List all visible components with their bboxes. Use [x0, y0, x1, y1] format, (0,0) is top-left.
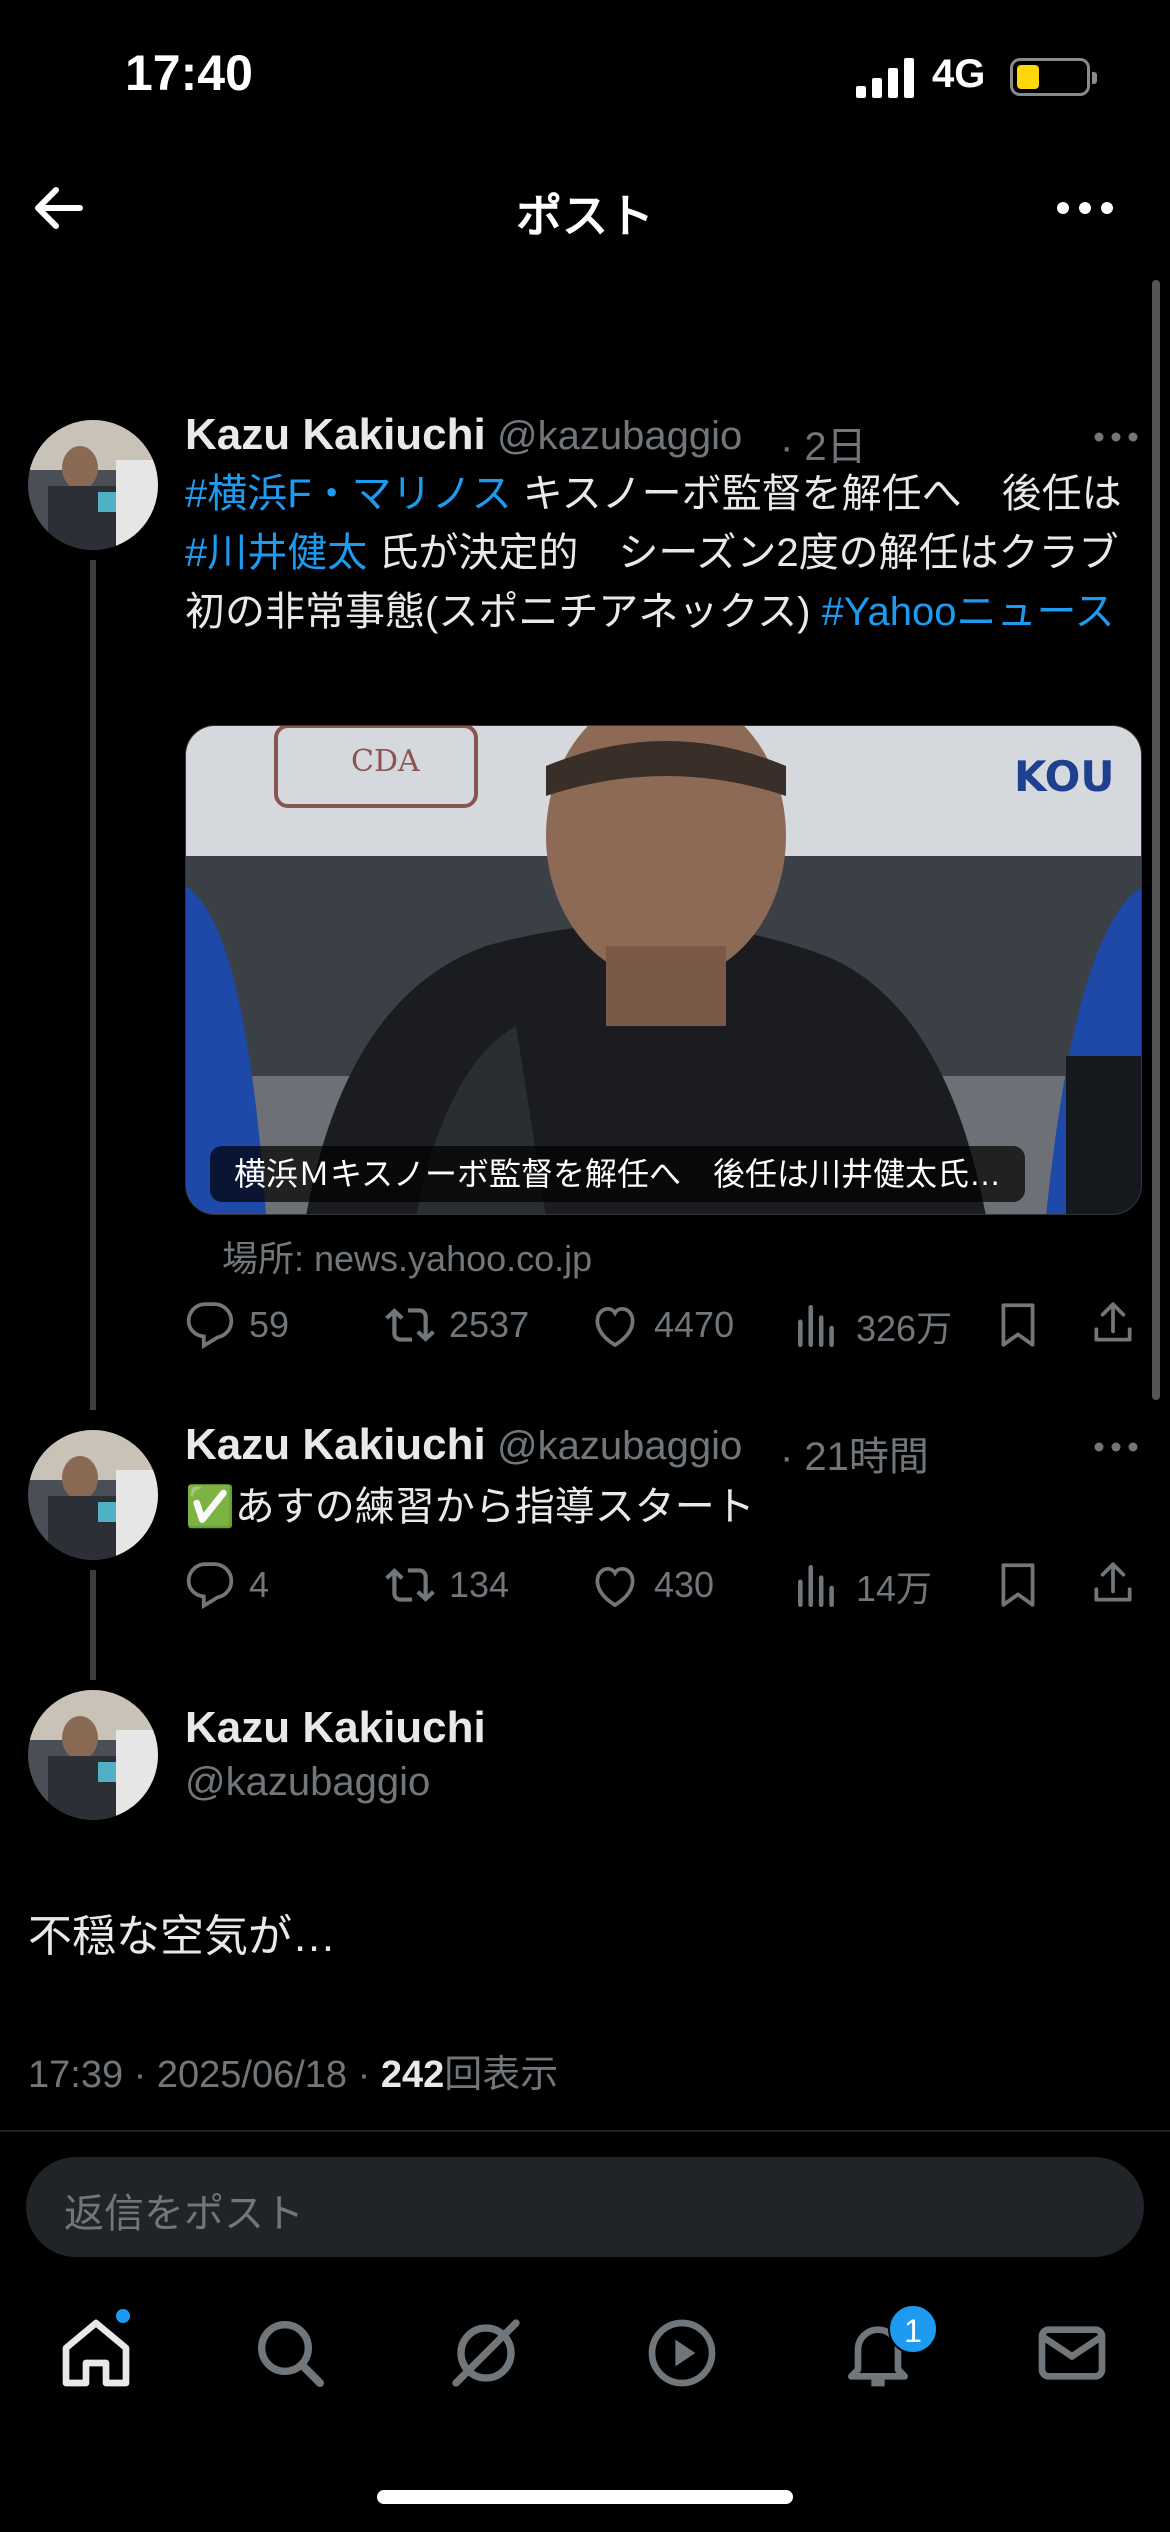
hashtag-link[interactable]: #川井健太 [185, 531, 367, 575]
card-image: CDA KOU [186, 726, 1141, 1214]
author-name[interactable]: Kazu Kakiuchi [185, 1703, 486, 1753]
views-icon [798, 1564, 834, 1608]
author-name[interactable]: Kazu Kakiuchi [185, 1420, 486, 1470]
reply-count: 4 [249, 1564, 270, 1605]
author-handle[interactable]: @kazubaggio [497, 1424, 742, 1469]
views-button[interactable]: 14万 [792, 1560, 932, 1612]
retweet-icon [385, 1308, 435, 1342]
views-count: 14万 [856, 1568, 933, 1609]
home-indicator[interactable] [377, 2490, 793, 2504]
home-badge [114, 2307, 132, 2325]
like-button[interactable]: 4470 [590, 1300, 734, 1350]
tweet-text: ✅あすの練習から指導スタート [185, 1485, 755, 1529]
avatar[interactable] [28, 420, 158, 550]
like-icon [595, 1307, 635, 1348]
card-title: 横浜Ｍキスノーボ監督を解任へ 後任は川井健太氏… [210, 1146, 1026, 1202]
video-icon[interactable] [642, 2313, 722, 2393]
network-label: 4G [932, 52, 986, 96]
svg-text:CDA: CDA [351, 744, 420, 779]
post-timestamp: 17:39 · 2025/06/18 · [28, 2054, 381, 2096]
card-source[interactable]: 場所: news.yahoo.co.jp [222, 1230, 592, 1282]
page-title: ポスト [516, 190, 654, 242]
divider [0, 2130, 1170, 2132]
post-meta: 17:39 · 2025/06/18 · 242回表示 [28, 2043, 558, 2098]
reply-button[interactable]: 59 [185, 1300, 289, 1350]
views-icon [798, 1304, 834, 1348]
reply-button[interactable]: 4 [185, 1560, 269, 1610]
main-tweet-text: 不穏な空気が… [28, 1912, 336, 1961]
more-icon[interactable] [1093, 1441, 1139, 1453]
retweet-button[interactable]: 2537 [385, 1300, 529, 1350]
reply-placeholder: 返信をポスト [64, 2192, 304, 2236]
retweet-count: 134 [449, 1564, 510, 1605]
author-handle[interactable]: @kazubaggio [497, 414, 742, 459]
bookmark-icon[interactable] [993, 1300, 1043, 1350]
tweet-text: #横浜F・マリノス キスノーボ監督を解任へ 後任は #川井健太 氏が決定的 シー… [185, 465, 1140, 642]
like-count: 430 [654, 1564, 715, 1605]
thread-line [90, 560, 96, 1410]
like-icon [595, 1567, 635, 1608]
like-count: 4470 [654, 1304, 735, 1345]
author-handle[interactable]: @kazubaggio [185, 1760, 430, 1805]
more-icon[interactable] [1055, 195, 1115, 221]
scrollbar[interactable] [1152, 280, 1160, 1400]
avatar[interactable] [28, 1690, 158, 1820]
views-button[interactable]: 326万 [792, 1300, 952, 1352]
hashtag-link[interactable]: #Yahooニュース [822, 590, 1115, 634]
thread-line [90, 1570, 96, 1680]
svg-text:KOU: KOU [1014, 752, 1114, 801]
bookmark-icon[interactable] [993, 1560, 1043, 1610]
grok-icon[interactable] [446, 2313, 526, 2393]
views-count: 242 [380, 2054, 445, 2096]
signal-icon [856, 58, 914, 98]
avatar[interactable] [28, 1430, 158, 1560]
author-name[interactable]: Kazu Kakiuchi [185, 410, 486, 460]
tweet-text-part: キスノーボ監督を解任へ 後任は [511, 472, 1122, 516]
reply-icon [186, 1562, 234, 1610]
mail-icon[interactable] [1032, 2313, 1112, 2393]
home-icon[interactable] [56, 2313, 136, 2393]
views-count: 326万 [856, 1308, 953, 1349]
retweet-button[interactable]: 134 [385, 1560, 509, 1610]
post-time: · 21時間 [780, 1435, 929, 1479]
status-time: 17:40 [125, 45, 253, 101]
search-icon[interactable] [250, 2313, 330, 2393]
hashtag-link[interactable]: #横浜F・マリノス [185, 472, 512, 516]
post-time: · 2日 [780, 425, 867, 469]
notification-badge: 1 [888, 2304, 938, 2354]
battery-icon [1010, 58, 1097, 96]
more-icon[interactable] [1093, 431, 1139, 443]
share-icon[interactable] [1088, 1298, 1138, 1348]
like-button[interactable]: 430 [590, 1560, 714, 1610]
share-icon[interactable] [1088, 1558, 1138, 1608]
reply-icon [186, 1302, 234, 1350]
link-card[interactable]: CDA KOU 横浜Ｍキスノーボ監督を解任へ 後任は川井健太氏… [185, 725, 1142, 1215]
retweet-icon [385, 1568, 435, 1602]
retweet-count: 2537 [449, 1304, 530, 1345]
reply-count: 59 [249, 1304, 290, 1345]
views-label: 回表示 [444, 2054, 559, 2096]
